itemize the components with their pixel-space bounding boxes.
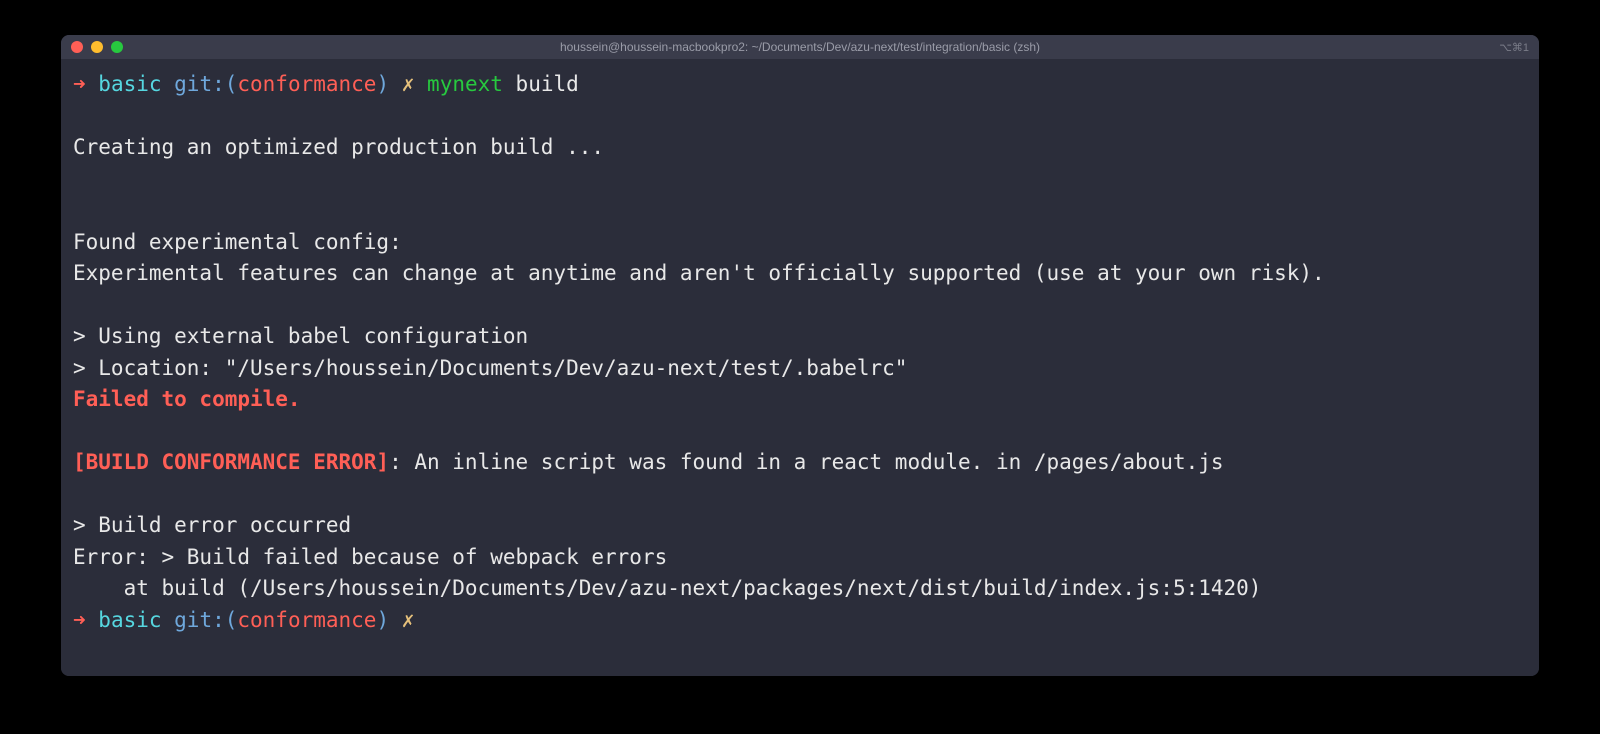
dirty-icon: ✗ [389, 72, 427, 96]
prompt-arrow-icon: ➜ [73, 72, 86, 96]
command: mynext [427, 72, 503, 96]
minimize-button[interactable] [91, 41, 103, 53]
output-experimental-warn: Experimental features can change at anyt… [73, 261, 1325, 285]
output-build-error: > Build error occurred [73, 513, 351, 537]
prompt-line-2: ➜ basic git:(conformance) ✗ [73, 605, 1527, 637]
output-babel-location: > Location: "/Users/houssein/Documents/D… [73, 356, 907, 380]
output-at-line: at build (/Users/houssein/Documents/Dev/… [73, 576, 1261, 600]
prompt-dir: basic [86, 72, 162, 96]
output-babel-using: > Using external babel configuration [73, 324, 528, 348]
command-arg: build [503, 72, 579, 96]
prompt-line-1: ➜ basic git:(conformance) ✗ mynext build [73, 69, 1527, 101]
tab-indicator: ⌥⌘1 [1499, 41, 1529, 54]
conformance-label: [BUILD CONFORMANCE ERROR] [73, 450, 389, 474]
output-creating: Creating an optimized production build .… [73, 135, 604, 159]
dirty-icon: ✗ [389, 608, 427, 632]
window-title: houssein@houssein-macbookpro2: ~/Documen… [560, 40, 1040, 54]
titlebar: houssein@houssein-macbookpro2: ~/Documen… [61, 35, 1539, 59]
git-prefix: git:( [162, 72, 238, 96]
git-prefix: git:( [162, 608, 238, 632]
close-button[interactable] [71, 41, 83, 53]
prompt-arrow-icon: ➜ [73, 608, 86, 632]
conformance-msg: : An inline script was found in a react … [389, 450, 1223, 474]
terminal-window: houssein@houssein-macbookpro2: ~/Documen… [61, 35, 1539, 676]
git-branch: conformance [237, 72, 376, 96]
output-failed: Failed to compile. [73, 387, 301, 411]
prompt-dir: basic [86, 608, 162, 632]
output-conformance: [BUILD CONFORMANCE ERROR]: An inline scr… [73, 450, 1224, 474]
git-suffix: ) [376, 608, 389, 632]
output-error-line: Error: > Build failed because of webpack… [73, 545, 667, 569]
git-branch: conformance [237, 608, 376, 632]
git-suffix: ) [376, 72, 389, 96]
terminal-body[interactable]: ➜ basic git:(conformance) ✗ mynext build… [61, 59, 1539, 676]
maximize-button[interactable] [111, 41, 123, 53]
traffic-lights [71, 41, 123, 53]
output-found-config: Found experimental config: [73, 230, 402, 254]
